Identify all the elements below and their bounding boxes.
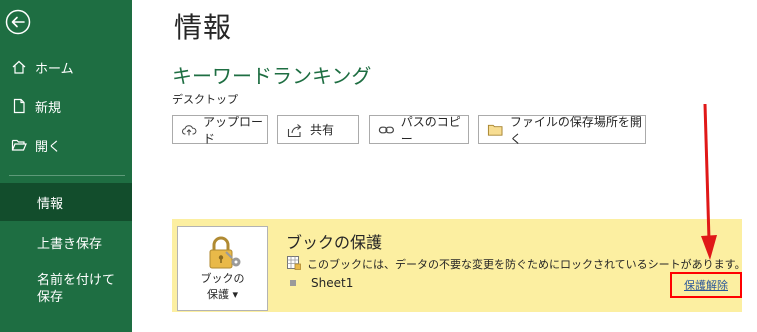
lock-icon	[209, 236, 241, 269]
backstage-sidebar: ホーム 新規 開く 情報 上書き保存 名前を付けて保存	[0, 0, 132, 332]
upload-button[interactable]: アップロード	[172, 114, 268, 146]
sidebar-item-save[interactable]: 上書き保存	[0, 223, 132, 261]
open-file-location-button-label: ファイルの保存場所を開く	[509, 114, 642, 146]
share-button[interactable]: 共有	[277, 115, 359, 144]
copy-path-button[interactable]: パスのコピー	[369, 114, 469, 146]
page-title: 情報	[174, 11, 233, 44]
home-icon	[12, 60, 26, 74]
sidebar-item-info[interactable]: 情報	[0, 183, 132, 221]
protect-workbook-button[interactable]: ブックの 保護 ▾	[177, 226, 268, 311]
sidebar-item-label: 新規	[35, 100, 62, 116]
annotation-arrow-icon	[701, 103, 717, 260]
open-file-location-button[interactable]: ファイルの保存場所を開く	[478, 114, 646, 146]
protect-workbook-label-line1: ブックの	[200, 272, 245, 285]
folder-open-icon	[11, 139, 27, 151]
document-location: デスクトップ	[172, 93, 238, 106]
unprotect-link[interactable]: 保護解除	[684, 277, 728, 293]
back-arrow-icon[interactable]	[5, 9, 31, 35]
protect-section-title: ブックの保護	[286, 233, 383, 252]
sidebar-divider	[9, 175, 125, 176]
share-icon	[287, 123, 302, 137]
sheet-bullet	[290, 280, 296, 286]
document-title: キーワードランキング	[172, 64, 372, 88]
link-icon	[378, 126, 395, 133]
protected-sheet-name: Sheet1	[311, 276, 354, 290]
locked-sheet-icon	[287, 256, 301, 270]
sidebar-item-label: ホーム	[35, 61, 74, 77]
sidebar-item-label: 開く	[35, 139, 62, 155]
new-file-icon	[13, 98, 25, 114]
sidebar-item-new[interactable]: 新規	[0, 87, 132, 125]
sidebar-item-label: 名前を付けて保存	[37, 273, 116, 305]
copy-path-button-label: パスのコピー	[400, 114, 461, 146]
upload-button-label: アップロード	[203, 114, 264, 146]
folder-icon	[487, 124, 503, 136]
protect-workbook-label-line2: 保護 ▾	[206, 288, 239, 301]
sidebar-item-open[interactable]: 開く	[0, 126, 132, 164]
sidebar-item-save-as[interactable]: 名前を付けて保存	[0, 268, 118, 316]
sidebar-item-label: 情報	[37, 196, 64, 212]
share-button-label: 共有	[310, 123, 335, 137]
sidebar-item-home[interactable]: ホーム	[0, 48, 132, 86]
sidebar-item-label: 上書き保存	[37, 236, 103, 252]
protect-description: このブックには、データの不要な変更を防ぐためにロックされているシートがあります。	[307, 258, 746, 271]
cloud-upload-icon	[182, 124, 197, 135]
